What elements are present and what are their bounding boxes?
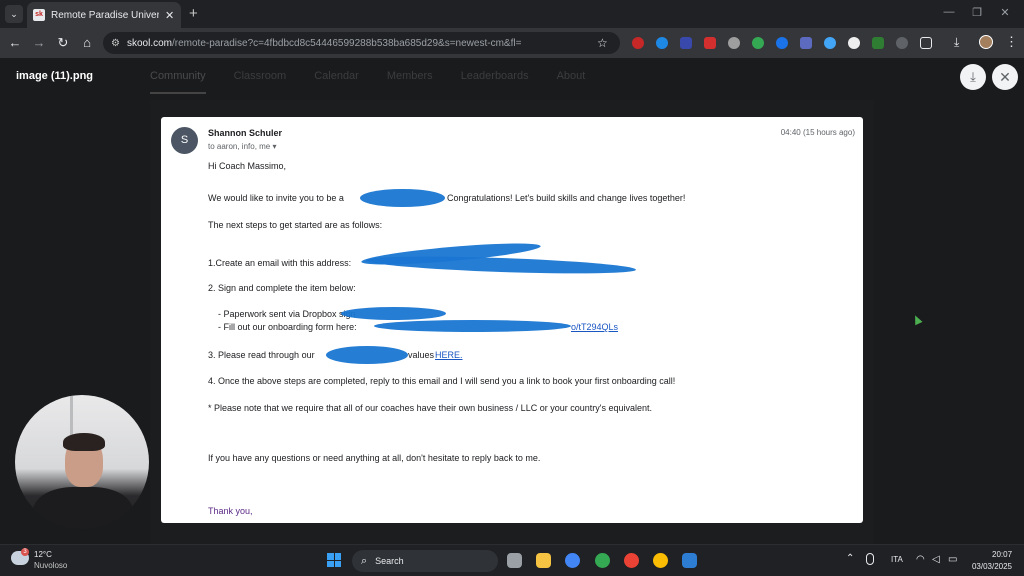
battery-icon[interactable]: ▭ — [948, 554, 957, 565]
bookmark-star-icon[interactable]: ☆ — [597, 36, 608, 50]
minimize-window-icon[interactable]: — — [940, 6, 958, 18]
start-windows-icon[interactable] — [327, 553, 341, 567]
profile-avatar[interactable] — [979, 35, 993, 49]
tab-close-icon[interactable]: ✕ — [165, 9, 174, 22]
values-link[interactable]: HERE. — [435, 350, 463, 360]
skool-favicon-icon: sk — [33, 9, 45, 21]
file-explorer-icon[interactable] — [536, 553, 551, 568]
close-window-icon[interactable]: ✕ — [996, 6, 1014, 19]
url-text: skool.com/remote-paradise?c=4fbdbcd8c544… — [126, 37, 522, 49]
app-window-icon[interactable] — [682, 553, 697, 568]
email-step-2a: - Paperwork sent via Dropbox sign — [218, 309, 356, 319]
redaction-scribble — [326, 346, 408, 364]
extension-list-icon[interactable] — [800, 37, 812, 49]
extension-circle-icon[interactable] — [824, 37, 836, 49]
new-tab-plus-icon[interactable]: + — [189, 6, 198, 21]
sender-avatar: S — [171, 127, 198, 154]
email-timestamp: 04:40 (15 hours ago) — [780, 128, 855, 137]
weather-badge: 3 — [21, 548, 29, 556]
tab-community[interactable]: Community — [150, 70, 206, 94]
email-greeting: Hi Coach Massimo, — [208, 161, 287, 171]
webcam-person-hair — [63, 433, 105, 451]
extension-record-icon[interactable] — [632, 37, 644, 49]
extensions-puzzle-icon[interactable] — [920, 37, 932, 49]
recipients-chevron-down-icon: ▾ — [272, 142, 277, 151]
email-screenshot: S Shannon Schuler to aaron, info, me ▾ 0… — [161, 117, 863, 523]
email-step-2b: - Fill out our onboarding form here: — [218, 322, 357, 332]
extension-clock-icon[interactable] — [848, 37, 860, 49]
search-label: Search — [375, 556, 404, 566]
wifi-icon[interactable]: ◠ — [916, 554, 925, 565]
email-closing: Thank you, — [208, 506, 253, 516]
home-icon[interactable]: ⌂ — [79, 35, 95, 51]
email-step-3: 3. Please read through our — [208, 350, 315, 360]
tab-leaderboards[interactable]: Leaderboards — [461, 70, 529, 94]
chrome-profile-1-icon[interactable] — [565, 553, 580, 568]
clock-time[interactable]: 20:07 — [992, 550, 1012, 559]
tab-calendar[interactable]: Calendar — [314, 70, 359, 94]
webcam-person-body — [33, 487, 133, 529]
chrome-profile-4-icon[interactable] — [653, 553, 668, 568]
extension-vivaldi-icon[interactable] — [704, 37, 716, 49]
clock-date[interactable]: 03/03/2025 — [968, 562, 1012, 571]
site-info-icon[interactable]: ⚙ — [111, 38, 120, 49]
tab-about[interactable]: About — [557, 70, 586, 94]
restore-window-icon[interactable]: ❐ — [968, 6, 986, 19]
weather-temperature[interactable]: 12°C — [34, 550, 52, 559]
redaction-scribble — [365, 253, 637, 277]
email-questions: If you have any questions or need anythi… — [208, 453, 541, 463]
email-step-3-values: values — [408, 350, 435, 360]
microphone-icon[interactable] — [866, 553, 874, 565]
volume-icon[interactable]: ◁ — [932, 554, 940, 565]
taskbar-search[interactable]: ⌕ Search — [352, 550, 498, 572]
browser-toolbar: ← → ↻ ⌂ ⚙ skool.com/remote-paradise?c=4f… — [0, 28, 1024, 58]
reload-icon[interactable]: ↻ — [55, 35, 71, 51]
webcam-overlay — [15, 395, 149, 529]
extension-green-icon[interactable] — [872, 37, 884, 49]
browser-menu-icon[interactable]: ⋮ — [1005, 34, 1018, 50]
tab-title: Remote Paradise University - W — [51, 9, 159, 21]
email-invite-prefix: We would like to invite you to be a — [208, 193, 344, 203]
extension-grammarly-icon[interactable] — [752, 37, 764, 49]
extension-search-icon[interactable] — [656, 37, 668, 49]
redaction-scribble — [341, 307, 446, 320]
community-nav: Community Classroom Calendar Members Lea… — [150, 70, 585, 94]
email-step-2: 2. Sign and complete the item below: — [208, 283, 356, 293]
email-invite-suffix: Congratulations! Let's build skills and … — [447, 193, 686, 203]
taskbar: 3 12°C Nuvoloso ⌕ Search ⌃ ITA ◠ ◁ ▭ 20:… — [0, 544, 1024, 576]
extension-translate-icon[interactable] — [680, 37, 692, 49]
extension-cloud-icon[interactable] — [728, 37, 740, 49]
tab-classroom[interactable]: Classroom — [234, 70, 287, 94]
task-view-icon[interactable] — [507, 553, 522, 568]
redaction-scribble — [374, 320, 571, 332]
input-language[interactable]: ITA — [891, 555, 903, 564]
tray-chevron-up-icon[interactable]: ⌃ — [846, 553, 854, 564]
viewer-filename: image (11).png — [16, 70, 94, 82]
extension-info-icon[interactable] — [776, 37, 788, 49]
tab-members[interactable]: Members — [387, 70, 433, 94]
browser-tab-active[interactable]: sk Remote Paradise University - W ✕ — [27, 2, 181, 28]
email-step-1: 1.Create an email with this address: — [208, 258, 352, 268]
chrome-profile-2-icon[interactable] — [595, 553, 610, 568]
downloads-download-icon[interactable]: ⤓ — [954, 35, 959, 50]
browser-tab-strip: ⌄ sk Remote Paradise University - W ✕ + … — [0, 0, 1024, 28]
address-bar[interactable]: ⚙ skool.com/remote-paradise?c=4fbdbcd8c5… — [103, 32, 620, 54]
tab-search-chevron-down-icon[interactable]: ⌄ — [5, 5, 23, 23]
viewer-download-icon[interactable]: ⤓ — [960, 64, 986, 90]
extension-gray-icon[interactable] — [896, 37, 908, 49]
recipients: to aaron, info, me ▾ — [208, 142, 277, 151]
onboarding-form-link[interactable]: o/tT294QLs — [571, 322, 618, 332]
sender-name: Shannon Schuler — [208, 128, 283, 138]
back-arrow-left-icon[interactable]: ← — [7, 35, 23, 51]
weather-description[interactable]: Nuvoloso — [34, 561, 67, 570]
viewer-close-icon[interactable]: ✕ — [992, 64, 1018, 90]
chrome-profile-3-icon[interactable] — [624, 553, 639, 568]
redaction-scribble — [360, 189, 445, 207]
email-note: * Please note that we require that all o… — [208, 403, 652, 413]
forward-arrow-right-icon[interactable]: → — [31, 35, 47, 51]
search-icon: ⌕ — [361, 554, 368, 567]
email-step-4: 4. Once the above steps are completed, r… — [208, 376, 676, 386]
email-next-steps: The next steps to get started are as fol… — [208, 220, 383, 230]
